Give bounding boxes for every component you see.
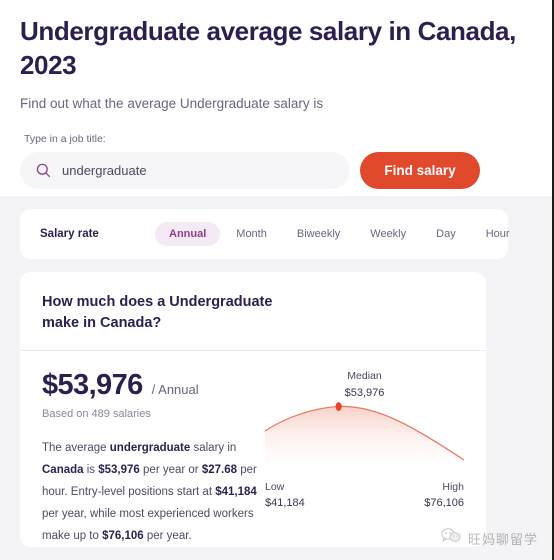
page-subtitle: Find out what the average Undergraduate … <box>20 95 324 111</box>
median-marker-dot <box>335 402 342 411</box>
desc-bold-job: undergraduate <box>109 442 191 455</box>
high-label-name: High <box>442 480 464 493</box>
tab-day[interactable]: Day <box>422 222 470 246</box>
desc-bold-hourly: $27.68 <box>201 464 238 477</box>
tab-biweekly[interactable]: Biweekly <box>283 222 354 246</box>
result-body: $53,976 / Annual Based on 489 salaries T… <box>20 351 486 547</box>
chart-median-annotation: Median $53,976 <box>345 369 385 401</box>
tab-hour[interactable]: Hour <box>472 222 524 246</box>
search-label: Type in a job title: <box>24 132 106 145</box>
chart-axis-labels: Low $41,184 High $76,106 <box>265 479 464 512</box>
desc-part-4: per year or <box>139 464 202 477</box>
high-label-value: $76,106 <box>424 496 464 509</box>
salary-period: / Annual <box>151 382 199 398</box>
chart-low-annotation: Low $41,184 <box>265 479 305 512</box>
watermark-text: 旺妈聊留学 <box>467 532 538 548</box>
median-label-value: $53,976 <box>344 386 385 399</box>
result-question: How much does a Undergraduate make in Ca… <box>42 294 273 332</box>
chart-box: Median $53,976 Low $41,184 High $76,106 <box>265 369 464 514</box>
search-input[interactable]: undergraduate <box>20 151 350 189</box>
search-section: Type in a job title: undergraduate Find … <box>20 133 532 189</box>
low-label-value: $41,184 <box>265 496 305 509</box>
desc-bold-entry: $41,184 <box>215 486 257 499</box>
tab-annual[interactable]: Annual <box>155 222 221 246</box>
salary-amount: $53,976 <box>42 369 143 402</box>
page-header: Undergraduate average salary in Canada, … <box>0 0 552 196</box>
desc-part-2: salary in <box>190 442 237 455</box>
based-on-text: Based on 489 salaries <box>42 408 151 421</box>
desc-bold-country: Canada <box>42 464 84 477</box>
salary-rate-card: Salary rate Annual Month Biweekly Weekly… <box>20 209 510 259</box>
low-label-name: Low <box>265 480 285 493</box>
search-row: undergraduate Find salary <box>20 151 532 189</box>
desc-part-7: per year. <box>143 530 192 543</box>
find-salary-button[interactable]: Find salary <box>360 151 480 189</box>
desc-bold-annual: $53,976 <box>98 464 140 477</box>
salary-result-card: How much does a Undergraduate make in Ca… <box>20 272 486 548</box>
tab-weekly[interactable]: Weekly <box>356 222 420 246</box>
result-header: How much does a Undergraduate make in Ca… <box>20 272 486 352</box>
salary-rate-label: Salary rate <box>40 228 99 240</box>
chart-high-annotation: High $76,106 <box>424 479 464 512</box>
amount-row: $53,976 / Annual <box>42 369 257 402</box>
salary-description: The average undergraduate salary in Cana… <box>42 437 257 547</box>
chart-marker-layer <box>335 402 342 411</box>
tab-month[interactable]: Month <box>222 222 281 246</box>
page-body: Salary rate Annual Month Biweekly Weekly… <box>0 196 552 560</box>
median-label-name: Median <box>347 370 382 383</box>
watermark: 旺妈聊留学 <box>441 528 538 548</box>
search-icon <box>36 163 51 178</box>
desc-bold-max: $76,106 <box>102 530 144 543</box>
salary-rate-tabs: Annual Month Biweekly Weekly Day Hour <box>155 222 524 246</box>
desc-part-1: The average <box>42 442 110 455</box>
desc-part-3: is <box>83 464 99 477</box>
search-input-value: undergraduate <box>62 162 147 178</box>
page-root: Undergraduate average salary in Canada, … <box>0 0 554 560</box>
salary-distribution-chart: Median $53,976 Low $41,184 High $76,106 <box>257 369 464 547</box>
wechat-icon <box>441 528 461 548</box>
page-title: Undergraduate average salary in Canada, … <box>20 16 516 81</box>
result-summary: $53,976 / Annual Based on 489 salaries T… <box>42 369 257 547</box>
